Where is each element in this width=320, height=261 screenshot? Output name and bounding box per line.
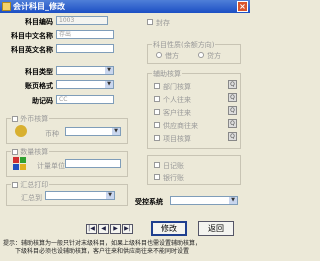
supplier-label: 供应商往来 <box>163 122 198 130</box>
supplier-checkbox[interactable] <box>154 122 160 128</box>
summary-print-checkbox[interactable] <box>12 182 18 188</box>
format-select[interactable]: ▼ <box>56 80 114 89</box>
en-name-label: 科目英文名称 <box>11 46 53 54</box>
supplier-lookup-icon[interactable]: Q <box>228 119 237 128</box>
bank-label: 银行账 <box>163 174 184 182</box>
unit-label: 计量单位 <box>37 162 65 170</box>
last-record-button[interactable]: ▶| <box>122 224 133 234</box>
dept-checkbox[interactable] <box>154 83 160 89</box>
journal-label: 日记账 <box>163 162 184 170</box>
summary-print-group: 汇总打印 汇总到 ▼ <box>6 180 128 206</box>
sealed-checkbox[interactable] <box>147 19 153 25</box>
quantity-checkbox[interactable] <box>12 149 18 155</box>
summary-to-label: 汇总到 <box>21 194 42 202</box>
project-lookup-icon[interactable]: Q <box>228 132 237 141</box>
summary-print-title: 汇总打印 <box>11 180 50 190</box>
quantity-title: 数量核算 <box>11 147 50 157</box>
summary-to-select[interactable]: ▼ <box>45 191 115 200</box>
dept-lookup-icon[interactable]: Q <box>228 80 237 89</box>
direction-title: 科目性质(余额方向) <box>152 40 216 50</box>
person-lookup-icon[interactable]: Q <box>228 93 237 102</box>
foreign-currency-title: 外币核算 <box>11 114 50 124</box>
quantity-group: 数量核算 计量单位 <box>6 147 128 177</box>
mnemonic-field[interactable]: CC <box>56 95 114 104</box>
customer-checkbox[interactable] <box>154 109 160 115</box>
assist-group: 辅助核算 部门核算 个人往来 客户往来 供应商往来 项目核算 Q Q Q Q Q <box>147 69 241 149</box>
prev-record-button[interactable]: ◀ <box>98 224 109 234</box>
project-checkbox[interactable] <box>154 135 160 141</box>
chevron-down-icon[interactable]: ▼ <box>229 197 237 204</box>
chevron-down-icon[interactable]: ▼ <box>112 128 120 135</box>
direction-group: 科目性质(余额方向) 借方 贷方 <box>147 40 241 64</box>
project-label: 项目核算 <box>163 135 191 143</box>
bank-checkbox[interactable] <box>154 174 160 180</box>
next-record-button[interactable]: ▶ <box>110 224 121 234</box>
customer-label: 客户往来 <box>163 109 191 117</box>
coin-icon <box>15 125 27 137</box>
foreign-currency-checkbox[interactable] <box>12 116 18 122</box>
unit-field[interactable] <box>65 159 121 168</box>
person-checkbox[interactable] <box>154 96 160 102</box>
window-title: 会计科目_修改 <box>13 2 65 11</box>
control-system-select[interactable]: ▼ <box>170 196 238 205</box>
type-label: 科目类型 <box>25 68 53 76</box>
credit-radio[interactable] <box>198 52 204 58</box>
debit-label: 借方 <box>165 52 179 60</box>
close-button[interactable]: × <box>237 1 248 12</box>
books-group: 日记账 银行账 <box>147 155 241 185</box>
person-label: 个人往来 <box>163 96 191 104</box>
chevron-down-icon[interactable]: ▼ <box>106 192 114 199</box>
dept-label: 部门核算 <box>163 83 191 91</box>
scale-icon <box>13 157 27 171</box>
en-name-field[interactable] <box>56 44 114 53</box>
cn-name-field[interactable]: 存出 <box>56 30 114 39</box>
sealed-label: 封存 <box>156 19 170 27</box>
currency-label: 币种 <box>45 130 59 138</box>
foreign-currency-title-text: 外币核算 <box>20 115 49 123</box>
code-field[interactable]: 1003 <box>56 16 108 25</box>
hint-line-1: 提示：辅助核算为一般只针对末级科目，如果上级科目也需设置辅助核算， <box>3 240 202 247</box>
format-label: 账页格式 <box>25 82 53 90</box>
control-system-label: 受控系统 <box>135 198 163 206</box>
modify-button[interactable]: 修改 <box>151 221 187 236</box>
chevron-down-icon[interactable]: ▼ <box>105 67 113 74</box>
app-icon <box>2 2 11 11</box>
credit-label: 贷方 <box>207 52 221 60</box>
chevron-down-icon[interactable]: ▼ <box>105 81 113 88</box>
hint-text: 提示：辅助核算为一般只针对末级科目，如果上级科目也需设置辅助核算， 下级科目必须… <box>3 240 247 256</box>
code-label: 科目编码 <box>25 18 53 26</box>
cn-name-label: 科目中文名称 <box>11 32 53 40</box>
assist-title: 辅助核算 <box>152 69 182 79</box>
journal-checkbox[interactable] <box>154 162 160 168</box>
title-bar: 会计科目_修改 × <box>0 0 250 13</box>
summary-print-title-text: 汇总打印 <box>20 181 49 189</box>
mnemonic-label: 助记码 <box>32 97 53 105</box>
type-select[interactable]: ▼ <box>56 66 114 75</box>
quantity-title-text: 数量核算 <box>20 148 49 156</box>
foreign-currency-group: 外币核算 币种 ▼ <box>6 114 128 144</box>
debit-radio[interactable] <box>156 52 162 58</box>
back-button[interactable]: 返回 <box>198 221 234 236</box>
currency-select[interactable]: ▼ <box>65 127 121 136</box>
customer-lookup-icon[interactable]: Q <box>228 106 237 115</box>
first-record-button[interactable]: |◀ <box>86 224 97 234</box>
hint-line-2: 下级科目必须也设辅助核算，客户往来和供应商往来不能同时设置 <box>3 248 190 255</box>
